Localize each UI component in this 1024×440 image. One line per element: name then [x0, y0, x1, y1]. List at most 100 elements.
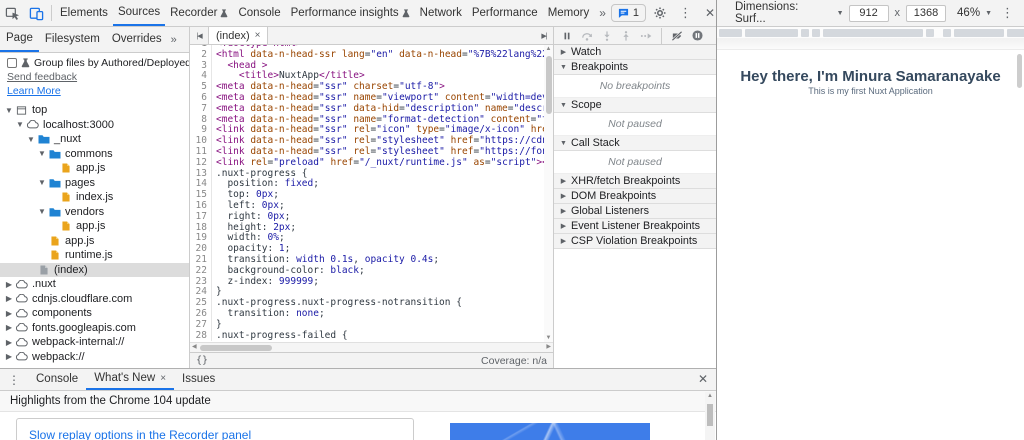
section-header-dom-breakpoints[interactable]: ▶DOM Breakpoints	[554, 189, 716, 204]
media-query-segment[interactable]	[745, 29, 798, 37]
media-query-segment[interactable]	[943, 29, 951, 37]
chevron-right-icon[interactable]: ▶	[4, 309, 14, 318]
editor-horizontal-scrollbar[interactable]: ◀ ▶	[190, 342, 553, 352]
file-tree-item-top[interactable]: ▼top	[0, 103, 189, 118]
section-header-global-listeners[interactable]: ▶Global Listeners	[554, 204, 716, 219]
drawer-menu-icon[interactable]: ⋮	[0, 373, 28, 387]
scroll-left-icon[interactable]: ◀	[192, 343, 197, 352]
file-tree-item-nuxt[interactable]: ▼_nuxt	[0, 132, 189, 147]
tab-recorder[interactable]: Recorder	[165, 0, 233, 26]
issues-counter-button[interactable]: 1	[611, 4, 646, 22]
device-dimensions-select[interactable]: Dimensions: Surf...	[735, 1, 832, 25]
file-tree-item-fonts-googleapis-com[interactable]: ▶fonts.googleapis.com	[0, 321, 189, 336]
file-tree-item-app-js[interactable]: app.js	[0, 219, 189, 234]
chevron-right-icon[interactable]: ▶	[4, 352, 14, 361]
vertical-scroll-thumb[interactable]	[546, 56, 552, 114]
media-query-segment[interactable]	[926, 29, 934, 37]
chevron-right-icon[interactable]: ▶	[4, 280, 14, 289]
device-toolbar-icon[interactable]	[24, 2, 48, 24]
media-query-segment[interactable]	[954, 29, 1004, 37]
chevron-down-icon[interactable]: ▼	[37, 207, 47, 216]
device-toolbar-menu-icon[interactable]: ⋮	[997, 5, 1018, 21]
scroll-up-icon[interactable]: ▲	[705, 393, 715, 399]
section-header-xhr-fetch-breakpoints[interactable]: ▶XHR/fetch Breakpoints	[554, 174, 716, 189]
scroll-up-icon[interactable]: ▲	[544, 46, 553, 52]
navigator-tab-page[interactable]: Page	[0, 27, 39, 52]
device-zoom-select[interactable]: 46%	[957, 7, 980, 19]
scroll-right-icon[interactable]: ▶	[546, 343, 551, 352]
file-tree-item-localhost-3000[interactable]: ▼localhost:3000	[0, 118, 189, 133]
media-query-segment[interactable]	[812, 29, 820, 37]
horizontal-scroll-thumb[interactable]	[200, 345, 272, 351]
section-header-breakpoints[interactable]: ▼Breakpoints	[554, 60, 716, 75]
code-area[interactable]: 1<!doctype html>2<html data-n-head-ssr l…	[190, 45, 553, 342]
chevron-down-icon[interactable]: ▼	[4, 106, 14, 115]
pretty-print-button[interactable]: {}	[196, 355, 208, 366]
learn-more-link[interactable]: Learn More	[7, 85, 61, 97]
file-tree-item-index[interactable]: (index)	[0, 263, 189, 278]
drawer-tab-what-s-new[interactable]: What's New×	[86, 369, 174, 390]
close-tab-icon[interactable]: ×	[160, 369, 166, 388]
file-tree-item-index-js[interactable]: index.js	[0, 190, 189, 205]
device-width-input[interactable]	[849, 5, 889, 22]
step-over-icon[interactable]	[581, 31, 593, 41]
tab-memory[interactable]: Memory	[543, 0, 595, 26]
drawer-tab-issues[interactable]: Issues	[174, 369, 223, 390]
chevron-right-icon[interactable]: ▶	[4, 338, 14, 347]
group-files-option[interactable]: Group files by Authored/Deployed	[7, 57, 182, 69]
pause-on-exceptions-icon[interactable]	[692, 30, 703, 41]
device-height-input[interactable]	[906, 5, 946, 22]
file-tree-item-webpack[interactable]: ▶webpack://	[0, 350, 189, 365]
whats-new-card-link[interactable]: Slow replay options in the Recorder pane…	[29, 428, 251, 440]
group-files-checkbox[interactable]	[7, 58, 17, 68]
step-into-icon[interactable]	[602, 31, 612, 41]
more-panels-icon[interactable]: »	[594, 0, 611, 26]
section-header-scope[interactable]: ▼Scope	[554, 98, 716, 113]
tab-network[interactable]: Network	[415, 0, 467, 26]
navigator-menu-icon[interactable]: ⋮	[180, 33, 190, 47]
close-drawer-icon[interactable]: ✕	[698, 372, 708, 386]
scroll-down-icon[interactable]: ▼	[544, 335, 553, 341]
section-header-watch[interactable]: ▶Watch	[554, 45, 716, 60]
send-feedback-link[interactable]: Send feedback	[7, 71, 77, 83]
drawer-scroll-thumb[interactable]	[707, 404, 713, 426]
navigator-tab-overrides[interactable]: Overrides	[106, 27, 168, 52]
tab-console[interactable]: Console	[233, 0, 285, 26]
editor-vertical-scrollbar[interactable]: ▲ ▼	[544, 45, 553, 342]
drawer-scrollbar[interactable]: ▲	[705, 392, 715, 440]
collapse-navigator-icon[interactable]: |◀	[190, 27, 208, 44]
file-tree-item-commons[interactable]: ▼commons	[0, 147, 189, 162]
file-tree-item-app-js[interactable]: app.js	[0, 161, 189, 176]
tab-sources[interactable]: Sources	[113, 0, 165, 26]
chevron-right-icon[interactable]: ▶	[4, 294, 14, 303]
media-query-segment[interactable]	[823, 29, 923, 37]
gear-icon[interactable]	[648, 2, 672, 24]
file-tree-item-webpack-internal[interactable]: ▶webpack-internal://	[0, 335, 189, 350]
file-tree-item-components[interactable]: ▶components	[0, 306, 189, 321]
inspect-element-icon[interactable]	[0, 2, 24, 24]
navigator-tab-filesystem[interactable]: Filesystem	[39, 27, 106, 52]
drawer-tab-console[interactable]: Console	[28, 369, 86, 390]
file-tree-item-nuxt[interactable]: ▶.nuxt	[0, 277, 189, 292]
chevron-down-icon[interactable]: ▼	[26, 135, 36, 144]
whats-new-card[interactable]: Slow replay options in the Recorder pane…	[16, 418, 414, 440]
editor-tab-index[interactable]: (index) ×	[208, 27, 268, 44]
step-icon[interactable]	[640, 31, 652, 41]
pause-script-icon[interactable]	[562, 31, 572, 41]
file-tree-item-runtime-js[interactable]: runtime.js	[0, 248, 189, 263]
chevron-down-icon[interactable]: ▼	[15, 120, 25, 129]
media-query-segment[interactable]	[719, 29, 742, 37]
deactivate-breakpoints-icon[interactable]	[671, 31, 683, 41]
media-query-segment[interactable]	[801, 29, 809, 37]
chevron-right-icon[interactable]: ▶	[4, 323, 14, 332]
file-tree-item-vendors[interactable]: ▼vendors	[0, 205, 189, 220]
media-query-segment[interactable]	[1007, 29, 1024, 37]
section-header-csp-violation-breakpoints[interactable]: ▶CSP Violation Breakpoints	[554, 234, 716, 249]
tab-elements[interactable]: Elements	[55, 0, 113, 26]
tab-performance-insights[interactable]: Performance insights	[286, 0, 415, 26]
file-tree-item-pages[interactable]: ▼pages	[0, 176, 189, 191]
tab-performance[interactable]: Performance	[467, 0, 543, 26]
section-header-call-stack[interactable]: ▼Call Stack	[554, 136, 716, 151]
collapse-debugger-icon[interactable]: ▶|	[535, 27, 553, 44]
chevron-down-icon[interactable]: ▼	[37, 178, 47, 187]
